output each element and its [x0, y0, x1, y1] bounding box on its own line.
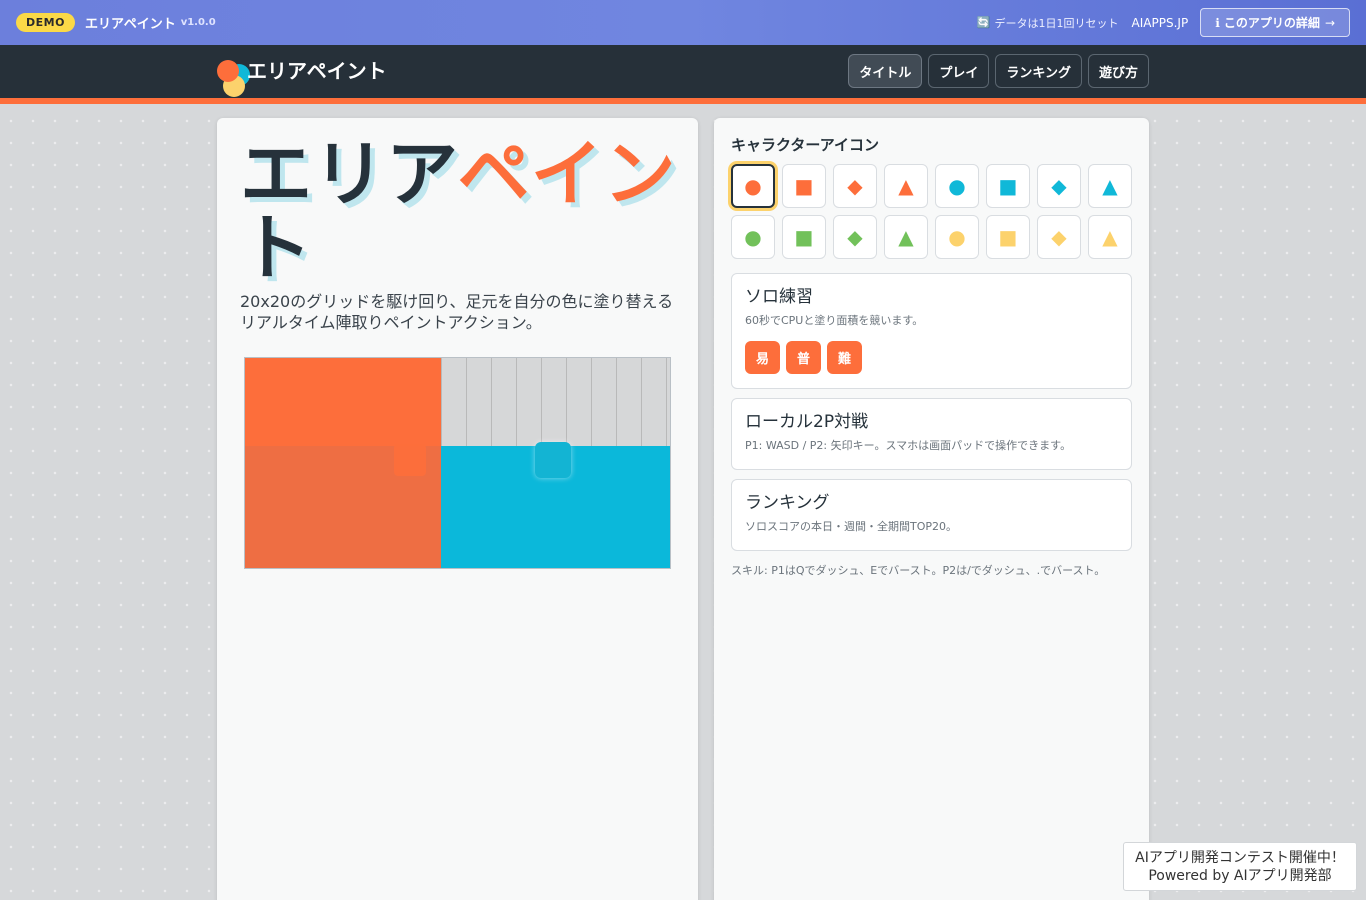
contest-promo[interactable]: AIアプリ開発コンテスト開催中！ Powered by AIアプリ開発部: [1123, 842, 1357, 891]
unpainted-grid: [441, 358, 670, 446]
orange-player-avatar: [394, 444, 426, 476]
circle-yellow-icon: ●: [948, 225, 966, 249]
character-option[interactable]: ▲: [884, 164, 928, 208]
nav-title[interactable]: タイトル: [848, 54, 923, 88]
square-yellow-icon: ■: [998, 225, 1018, 249]
hero-description: 20x20のグリッドを駆け回り、足元を自分の色に塗り替えるリアルタイム陣取りペイ…: [240, 292, 674, 332]
triangle-green-icon: ▲: [898, 225, 914, 249]
character-option[interactable]: ■: [782, 164, 826, 208]
demo-app-title: エリアペイント: [84, 17, 176, 32]
reset-note-text: データは1日1回リセット: [994, 16, 1119, 30]
local-2p-card[interactable]: ローカル2P対戦 P1: WASD / P2: 矢印キー。スマホは画面パッドで操…: [731, 398, 1132, 470]
app-detail-button[interactable]: ℹ このアプリの詳細 →: [1200, 8, 1350, 37]
main-nav: タイトル プレイ ランキング 遊び方: [848, 54, 1149, 88]
solo-desc: 60秒でCPUと塗り面積を競います。: [745, 314, 924, 327]
character-option[interactable]: ●: [731, 215, 775, 259]
character-icon-grid: ● ■ ◆ ▲ ● ■ ◆ ▲ ● ■ ◆ ▲ ● ■ ◆ ▲: [731, 164, 1132, 259]
circle-green-icon: ●: [744, 225, 762, 249]
character-option[interactable]: ■: [782, 215, 826, 259]
difficulty-easy-button[interactable]: 易: [745, 341, 780, 374]
difficulty-normal-button[interactable]: 普: [786, 341, 821, 374]
aiapps-link[interactable]: AIAPPS.JP: [1132, 16, 1189, 30]
header-accent-stripe: [0, 98, 1366, 104]
diamond-yellow-icon: ◆: [1051, 225, 1067, 249]
character-option[interactable]: ◆: [833, 164, 877, 208]
character-option[interactable]: ▲: [884, 215, 928, 259]
skill-note: スキル: P1はQでダッシュ、Eでバースト。P2は/でダッシュ、.でバースト。: [731, 564, 1106, 577]
demo-banner: DEMO エリアペイント v1.0.0 🔄 データは1日1回リセット AIAPP…: [0, 0, 1366, 45]
character-option[interactable]: ■: [986, 215, 1030, 259]
demo-badge: DEMO: [16, 13, 75, 32]
square-blue-icon: ■: [998, 174, 1018, 198]
refresh-icon: 🔄: [976, 16, 991, 29]
solo-title: ソロ練習: [745, 287, 813, 307]
diamond-orange-icon: ◆: [847, 174, 863, 198]
hero-title-part3: ン: [603, 132, 677, 216]
promo-line1: AIアプリ開発コンテスト開催中！: [1135, 849, 1345, 866]
diamond-blue-icon: ◆: [1051, 174, 1067, 198]
solo-practice-card[interactable]: ソロ練習 60秒でCPUと塗り面積を競います。 易 普 難: [731, 273, 1132, 389]
character-option[interactable]: ◆: [1037, 164, 1081, 208]
character-heading: キャラクターアイコン: [731, 136, 880, 154]
character-option[interactable]: ●: [935, 164, 979, 208]
difficulty-hard-button[interactable]: 難: [827, 341, 862, 374]
app-header: [0, 45, 1366, 98]
local-title: ローカル2P対戦: [745, 412, 869, 432]
hero-title-part1: エリア: [240, 132, 458, 216]
character-option[interactable]: ●: [731, 164, 775, 208]
character-option[interactable]: ▲: [1088, 164, 1132, 208]
promo-line2: Powered by AIアプリ開発部: [1148, 867, 1332, 884]
character-option[interactable]: ◆: [833, 215, 877, 259]
square-green-icon: ■: [794, 225, 814, 249]
circle-blue-icon: ●: [948, 174, 966, 198]
app-detail-label: ℹ このアプリの詳細: [1215, 16, 1320, 30]
square-orange-icon: ■: [794, 174, 814, 198]
app-name[interactable]: エリアペイント: [247, 58, 387, 84]
ranking-desc: ソロスコアの本日・週間・全期間TOP20。: [745, 520, 958, 533]
nav-ranking[interactable]: ランキング: [995, 54, 1082, 88]
reset-note: 🔄 データは1日1回リセット: [977, 15, 1119, 31]
triangle-yellow-icon: ▲: [1102, 225, 1118, 249]
blue-player-avatar: [535, 442, 571, 478]
character-option[interactable]: ▲: [1088, 215, 1132, 259]
difficulty-row: 易 普 難: [745, 341, 1118, 374]
diamond-green-icon: ◆: [847, 225, 863, 249]
hero-title-part4: ト: [240, 206, 314, 290]
demo-right-group: 🔄 データは1日1回リセット AIAPPS.JP ℹ このアプリの詳細 →: [977, 8, 1350, 37]
logo-icon[interactable]: [217, 60, 251, 97]
nav-play[interactable]: プレイ: [928, 54, 990, 88]
nav-howto[interactable]: 遊び方: [1087, 54, 1149, 88]
triangle-blue-icon: ▲: [1102, 174, 1118, 198]
character-option[interactable]: ◆: [1037, 215, 1081, 259]
ranking-card[interactable]: ランキング ソロスコアの本日・週間・全期間TOP20。: [731, 479, 1132, 551]
character-option[interactable]: ■: [986, 164, 1030, 208]
demo-version: v1.0.0: [180, 17, 216, 28]
ranking-title: ランキング: [745, 493, 830, 513]
character-option[interactable]: ●: [935, 215, 979, 259]
triangle-orange-icon: ▲: [898, 174, 914, 198]
arrow-right-icon: →: [1324, 15, 1335, 30]
local-desc: P1: WASD / P2: 矢印キー。スマホは画面パッドで操作できます。: [745, 439, 1072, 452]
demo-game-board: [244, 357, 671, 569]
hero-title: エリアペイント: [240, 137, 680, 285]
hero-title-part2: ペイ: [457, 132, 604, 216]
circle-orange-icon: ●: [744, 174, 762, 198]
